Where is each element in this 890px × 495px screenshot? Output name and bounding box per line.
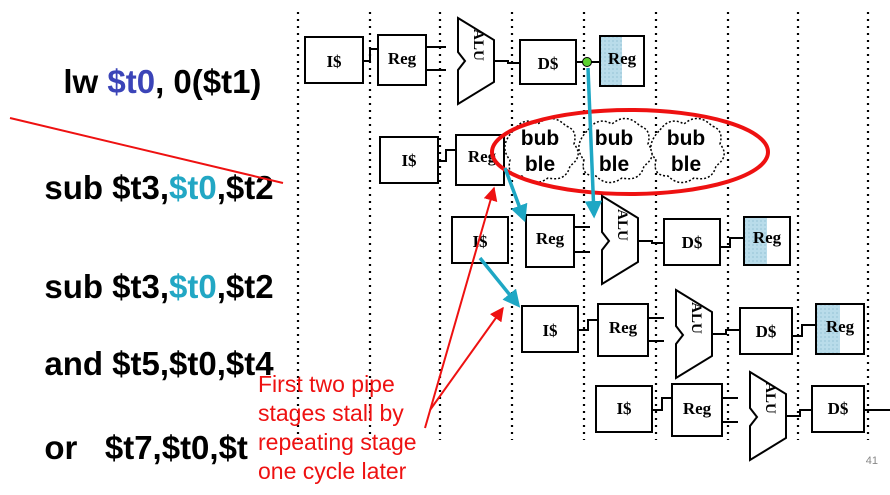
svg-text:I$: I$	[542, 321, 558, 340]
annotation-line: repeating stage	[258, 429, 417, 455]
svg-text:D$: D$	[682, 233, 703, 252]
svg-text:Reg: Reg	[608, 49, 637, 68]
svg-text:ALU: ALU	[470, 29, 486, 61]
svg-text:I$: I$	[616, 399, 632, 418]
pipeline-row-stalled: I$ Reg bub ble bub ble bub ble	[379, 108, 770, 196]
svg-text:Reg: Reg	[683, 399, 712, 418]
svg-text:D$: D$	[538, 54, 559, 73]
annotation-line: First two pipe	[258, 371, 395, 397]
forward-point	[582, 57, 592, 67]
svg-text:Reg: Reg	[826, 317, 855, 336]
svg-text:ble: ble	[525, 153, 555, 176]
strike-line	[9, 117, 284, 184]
svg-text:ALU: ALU	[688, 302, 704, 334]
svg-text:ALU: ALU	[762, 382, 778, 414]
pipeline-row-lw: I$ Reg ALU D$ Reg	[304, 16, 645, 106]
svg-text:bub: bub	[595, 127, 633, 150]
forwarding-arrows	[478, 67, 603, 308]
svg-text:ble: ble	[671, 153, 701, 176]
svg-text:ble: ble	[599, 153, 629, 176]
svg-text:Reg: Reg	[536, 229, 565, 248]
stall-annotation: First two pipe stages stall by repeating…	[258, 370, 458, 486]
pipeline-row-and: I$ Reg ALU D$ Reg	[521, 288, 865, 380]
svg-text:D$: D$	[756, 322, 777, 341]
svg-text:ALU: ALU	[614, 209, 630, 241]
annotation-line: one cycle later	[258, 458, 407, 484]
annotation-line: stages stall by	[258, 400, 404, 426]
pipeline-row-or: I$ Reg ALU D$	[595, 370, 890, 462]
svg-text:Reg: Reg	[753, 228, 782, 247]
svg-text:D$: D$	[828, 399, 849, 418]
pipeline-row-sub: I$ Reg ALU D$ Reg	[451, 194, 791, 286]
svg-text:I$: I$	[326, 52, 342, 71]
svg-text:I$: I$	[401, 151, 417, 170]
svg-text:bub: bub	[667, 127, 705, 150]
svg-text:bub: bub	[521, 127, 559, 150]
svg-text:Reg: Reg	[609, 318, 638, 337]
page-number: 41	[865, 455, 878, 467]
svg-text:Reg: Reg	[388, 49, 417, 68]
